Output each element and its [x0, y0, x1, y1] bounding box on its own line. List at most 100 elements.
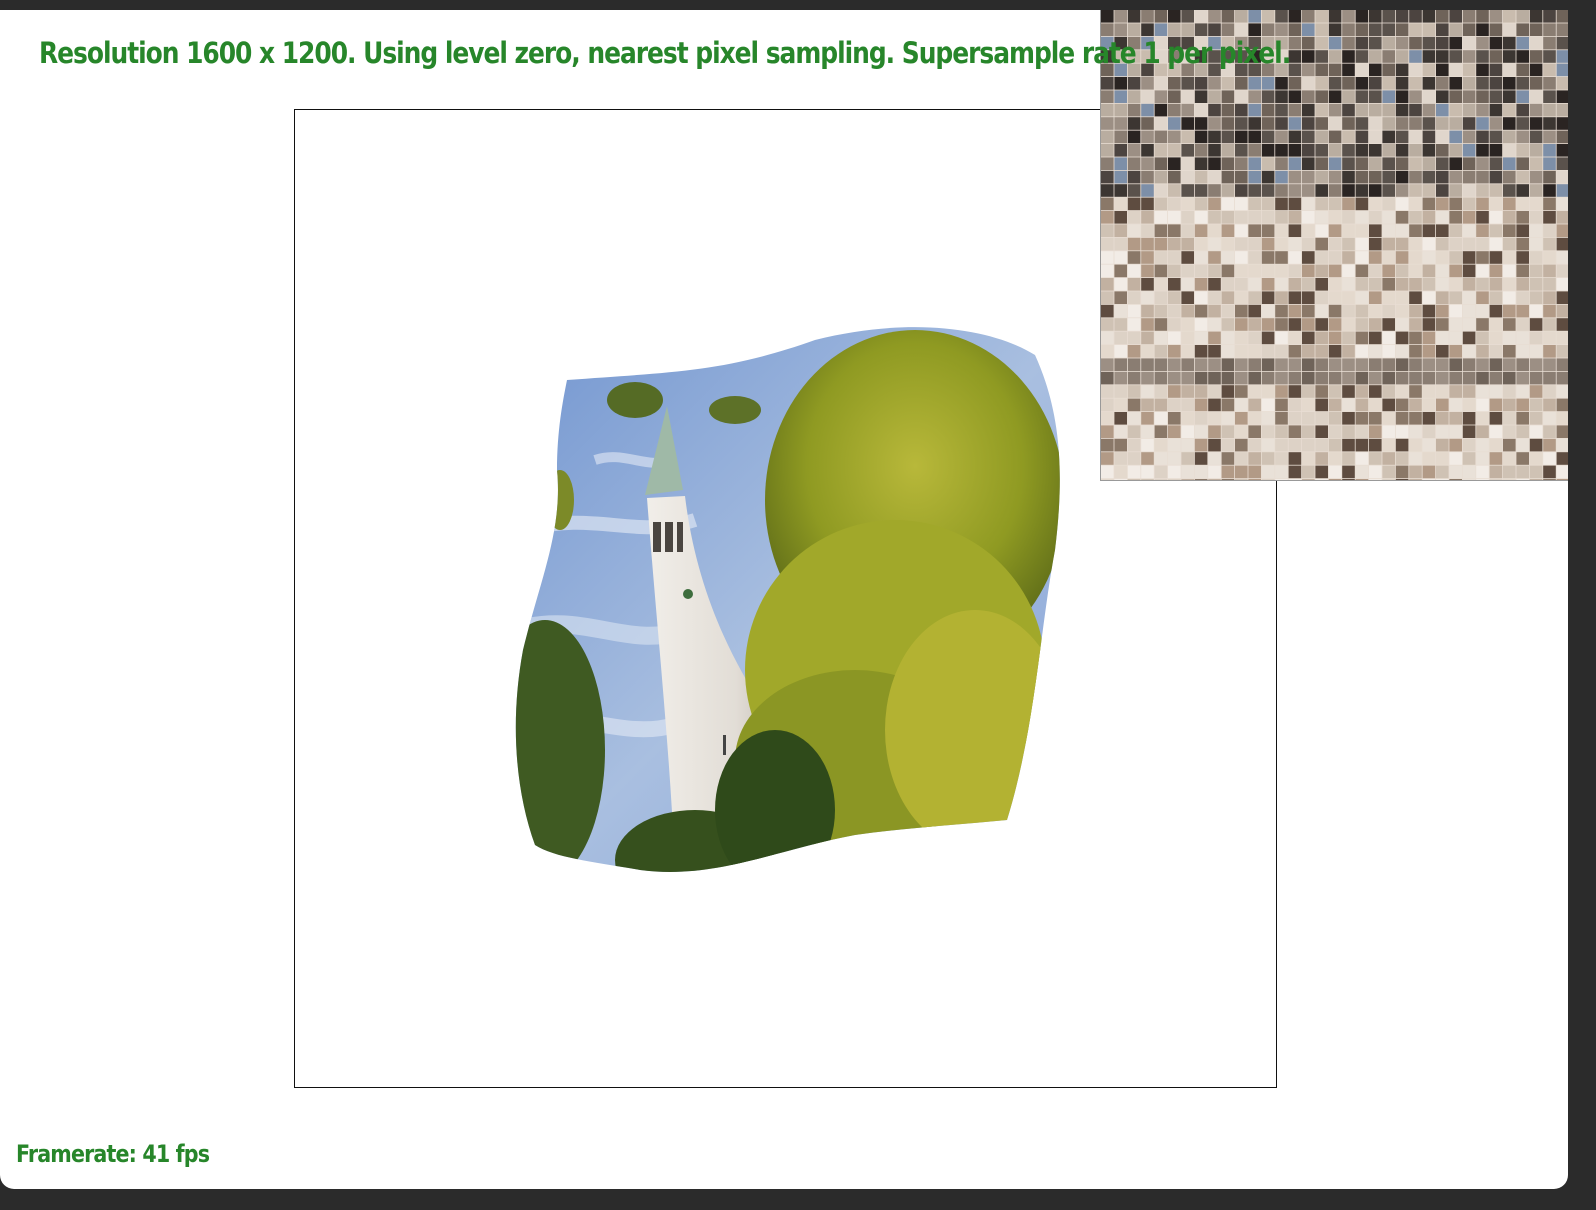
zoom-pixel-cell: [1395, 264, 1409, 278]
zoom-pixel-cell: [1221, 385, 1235, 398]
zoom-pixel-cell: [1235, 157, 1248, 170]
zoom-pixel-cell: [1489, 211, 1503, 224]
zoom-pixel-cell: [1127, 251, 1141, 264]
zoom-pixel-cell: [1382, 278, 1395, 291]
zoom-pixel-cell: [1355, 103, 1369, 117]
zoom-pixel-cell: [1489, 425, 1503, 438]
zoom-pixel-cell: [1101, 425, 1114, 438]
zoom-pixel-cell: [1315, 184, 1328, 197]
zoom-pixel-cell: [1208, 304, 1221, 318]
zoom-pixel-cell: [1543, 130, 1556, 144]
zoom-pixel-cell: [1422, 385, 1436, 398]
zoom-pixel-cell: [1462, 304, 1476, 318]
zoom-pixel-cell: [1328, 452, 1342, 465]
zoom-pixel-cell: [1409, 184, 1422, 197]
zoom-pixel-cell: [1101, 318, 1114, 331]
zoom-pixel-cell: [1101, 211, 1114, 224]
zoom-pixel-cell: [1288, 291, 1302, 304]
zoom-pixel-cell: [1529, 278, 1543, 291]
zoom-pixel-cell: [1395, 358, 1409, 371]
zoom-pixel-cell: [1556, 90, 1568, 103]
zoom-pixel-cell: [1342, 224, 1355, 237]
zoom-pixel-cell: [1409, 318, 1422, 331]
zoom-pixel-cell: [1529, 465, 1543, 479]
zoom-pixel-cell: [1382, 371, 1395, 385]
zoom-pixel-cell: [1476, 264, 1489, 278]
zoom-pixel-cell: [1221, 251, 1235, 264]
zoom-pixel-cell: [1489, 251, 1503, 264]
zoom-pixel-cell: [1382, 36, 1395, 50]
zoom-pixel-cell: [1436, 304, 1449, 318]
zoom-pixel-cell: [1101, 10, 1114, 23]
zoom-pixel-cell: [1543, 211, 1556, 224]
zoom-pixel-cell: [1503, 385, 1516, 398]
zoom-pixel-cell: [1248, 90, 1261, 103]
zoom-pixel-cell: [1369, 425, 1382, 438]
zoom-pixel-cell: [1141, 304, 1154, 318]
zoom-pixel-cell: [1168, 144, 1181, 157]
zoom-pixel-cell: [1261, 157, 1275, 170]
zoom-pixel-cell: [1114, 23, 1127, 36]
zoom-pixel-cell: [1516, 130, 1529, 144]
zoom-pixel-cell: [1194, 117, 1208, 130]
zoom-pixel-cell: [1355, 36, 1369, 50]
zoom-pixel-cell: [1248, 264, 1261, 278]
zoom-pixel-cell: [1235, 237, 1248, 251]
zoom-pixel-cell: [1101, 197, 1114, 211]
zoom-pixel-cell: [1355, 278, 1369, 291]
zoom-pixel-cell: [1127, 224, 1141, 237]
zoom-pixel-cell: [1489, 77, 1503, 90]
zoom-pixel-cell: [1248, 278, 1261, 291]
zoom-pixel-cell: [1462, 465, 1476, 479]
zoom-pixel-cell: [1328, 291, 1342, 304]
zoom-pixel-cell: [1409, 331, 1422, 345]
zoom-pixel-cell: [1127, 117, 1141, 130]
zoom-pixel-cell: [1275, 103, 1288, 117]
zoom-pixel-cell: [1503, 371, 1516, 385]
zoom-pixel-cell: [1449, 398, 1462, 412]
zoom-pixel-cell: [1449, 452, 1462, 465]
zoom-pixel-cell: [1114, 103, 1127, 117]
zoom-pixel-cell: [1489, 197, 1503, 211]
zoom-pixel-cell: [1355, 63, 1369, 77]
zoom-pixel-cell: [1409, 371, 1422, 385]
zoom-pixel-cell: [1395, 438, 1409, 452]
zoom-pixel-cell: [1288, 77, 1302, 90]
zoom-pixel-cell: [1489, 63, 1503, 77]
zoom-pixel-cell: [1395, 23, 1409, 36]
zoom-pixel-cell: [1101, 412, 1114, 425]
zoom-pixel-cell: [1208, 318, 1221, 331]
zoom-pixel-cell: [1221, 117, 1235, 130]
zoom-pixel-cell: [1235, 465, 1248, 479]
zoom-pixel-cell: [1476, 130, 1489, 144]
zoom-pixel-cell: [1194, 345, 1208, 358]
zoom-pixel-cell: [1127, 197, 1141, 211]
zoom-pixel-cell: [1422, 358, 1436, 371]
zoom-pixel-cell: [1101, 385, 1114, 398]
zoom-pixel-cell: [1556, 211, 1568, 224]
zoom-pixel-cell: [1221, 144, 1235, 157]
zoom-pixel-cell: [1154, 144, 1168, 157]
zoom-pixel-cell: [1449, 304, 1462, 318]
zoom-pixel-cell: [1355, 291, 1369, 304]
zoom-pixel-cell: [1409, 385, 1422, 398]
zoom-pixel-cell: [1168, 385, 1181, 398]
zoom-pixel-cell: [1369, 465, 1382, 479]
zoom-pixel-cell: [1382, 452, 1395, 465]
zoom-pixel-cell: [1208, 358, 1221, 371]
zoom-pixel-cell: [1489, 371, 1503, 385]
zoom-pixel-cell: [1261, 438, 1275, 452]
zoom-pixel-cell: [1342, 345, 1355, 358]
zoom-pixel-cell: [1503, 398, 1516, 412]
zoom-pixel-cell: [1449, 10, 1462, 23]
zoom-pixel-cell: [1355, 398, 1369, 412]
zoom-pixel-cell: [1409, 50, 1422, 63]
zoom-pixel-cell: [1168, 452, 1181, 465]
zoom-pixel-cell: [1328, 251, 1342, 264]
zoom-pixel-cell: [1208, 184, 1221, 197]
zoom-pixel-cell: [1543, 318, 1556, 331]
zoom-pixel-cell: [1436, 385, 1449, 398]
zoom-pixel-cell: [1235, 23, 1248, 36]
zoom-pixel-cell: [1422, 291, 1436, 304]
zoom-pixel-cell: [1516, 465, 1529, 479]
